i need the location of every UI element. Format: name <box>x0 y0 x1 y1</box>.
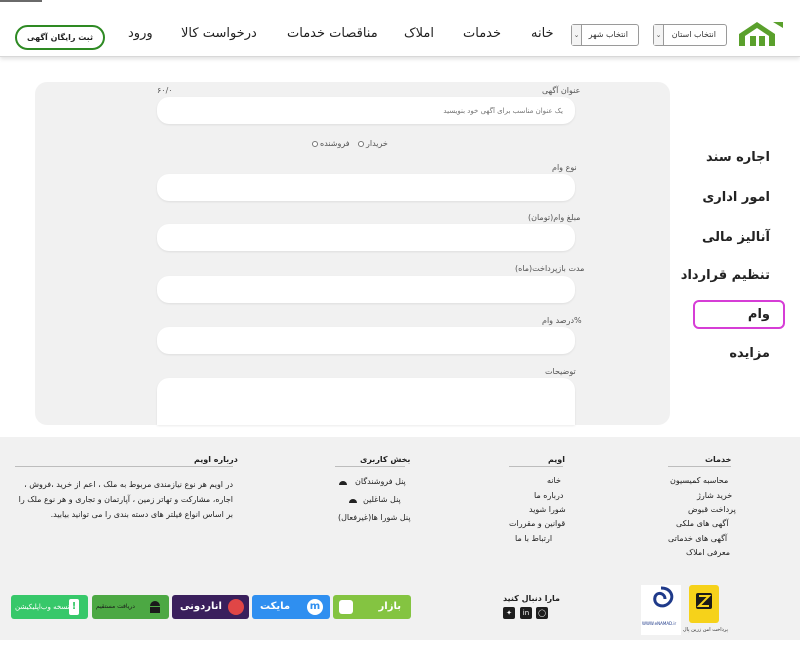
title-input[interactable] <box>157 97 575 124</box>
divider <box>509 466 563 467</box>
android-icon <box>349 499 357 503</box>
bottom-strip <box>0 640 800 650</box>
divider <box>668 466 731 467</box>
android-icon <box>339 481 347 485</box>
myket-label: مایکت <box>260 601 291 612</box>
loan-type-input[interactable] <box>157 174 575 201</box>
divider <box>15 466 233 467</box>
sidebar-item-financial-analysis[interactable]: آنالیز مالی <box>702 230 770 245</box>
radio-circle[interactable] <box>358 140 364 147</box>
enamad-logo[interactable]: WWW.eNAMAD.ir <box>641 585 681 635</box>
myket-m-icon: m <box>307 599 323 615</box>
footer-about-text: در اویم هر نوع نیازمندی مربوط به ملک ، ا… <box>18 480 233 519</box>
footer-link-contact[interactable]: ارتباط با ما <box>515 534 552 543</box>
bazaar-badge[interactable]: بازار <box>333 595 411 619</box>
footer-about-title: درباره اویم <box>194 455 238 464</box>
sidebar-item-loan[interactable]: وام <box>748 307 770 322</box>
twitter-icon[interactable]: ✦ <box>503 607 515 619</box>
footer-follow-title: مارا دنبال کنید <box>503 594 560 603</box>
province-select-label: انتخاب استان <box>671 30 716 39</box>
exclamation-icon: ! <box>69 599 79 615</box>
chevron-down-icon: ⌄ <box>572 25 582 45</box>
loan-type-field[interactable] <box>157 174 575 201</box>
sidebar-item-contract[interactable]: تنظیم قرارداد <box>681 268 770 283</box>
footer-link-charge[interactable]: خرید شارژ <box>697 491 732 500</box>
loan-type-label: نوع وام <box>552 163 577 172</box>
instagram-icon[interactable]: ◯ <box>536 607 548 619</box>
footer-link-service-ads[interactable]: آگهی های خدماتی <box>668 534 727 543</box>
zarinpal-icon <box>696 593 712 609</box>
period-input[interactable] <box>157 276 575 303</box>
zarinpal-caption: پرداخت امن زرین پال <box>683 627 728 633</box>
anardoni-badge[interactable]: اناردونی <box>172 595 249 619</box>
nav-tenders[interactable]: مناقصات خدمات <box>287 26 378 41</box>
anardoni-label: اناردونی <box>180 601 222 612</box>
footer-link-agencies[interactable]: معرفی املاک <box>686 548 730 557</box>
pomegranate-icon <box>228 599 244 615</box>
footer-services-title: خدمات <box>705 455 732 464</box>
radio-seller[interactable]: فروشنده <box>312 139 350 148</box>
footer-user-title: بخش کاربری <box>360 455 411 464</box>
sidebar-item-document-rent[interactable]: اجاره سند <box>706 150 770 165</box>
bazaar-bag-icon <box>339 600 353 614</box>
footer-owim-title: اویم <box>548 455 565 464</box>
footer-link-council-panel[interactable]: پنل شورا ها(غیرفعال) <box>338 513 411 522</box>
myket-badge[interactable]: m مایکت <box>252 595 330 619</box>
radio-circle[interactable] <box>312 140 318 147</box>
zarinpal-logo[interactable] <box>689 585 719 623</box>
enamad-caption: WWW.eNAMAD.ir <box>642 621 677 626</box>
period-label: مدت بازپرداخت(ماه) <box>515 264 585 273</box>
city-select-label: انتخاب شهر <box>588 30 628 39</box>
footer-link-worker-panel[interactable]: پنل شاغلین <box>363 495 401 504</box>
city-select[interactable]: انتخاب شهر ⌄ <box>571 24 639 46</box>
description-textarea[interactable] <box>157 378 575 425</box>
amount-input[interactable] <box>157 224 575 251</box>
nav-realestate[interactable]: املاک <box>404 26 434 41</box>
android-icon <box>150 601 160 613</box>
footer-link-bills[interactable]: پرداخت قبوض <box>688 505 736 514</box>
nav-services[interactable]: خدمات <box>463 26 501 41</box>
description-field[interactable] <box>157 378 575 425</box>
footer-link-about[interactable]: درباره ما <box>534 491 563 500</box>
percent-label: درصد وام% <box>542 316 582 325</box>
pwa-label: نسخه وب‌اپلیکیشن <box>15 603 70 611</box>
logo[interactable] <box>737 18 785 50</box>
period-field[interactable] <box>157 276 575 303</box>
divider <box>335 466 405 467</box>
description-label: توضیحات <box>545 367 576 376</box>
enamad-star-icon <box>653 586 674 608</box>
amount-label: مبلغ وام(تومان) <box>528 213 581 222</box>
linkedin-icon[interactable]: in <box>520 607 532 619</box>
nav-login[interactable]: ورود <box>128 26 153 41</box>
percent-field[interactable] <box>157 327 575 354</box>
footer-link-home[interactable]: خانه <box>547 476 561 485</box>
title-field[interactable] <box>157 97 575 124</box>
radio-buyer[interactable]: خریدار <box>358 139 388 148</box>
post-free-ad-button[interactable]: ثبت رایگان آگهی <box>15 25 105 50</box>
radio-seller-label: فروشنده <box>320 139 350 148</box>
direct-download-label: دریافت مستقیم <box>96 603 135 610</box>
radio-buyer-label: خریدار <box>366 139 388 148</box>
sidebar-active-highlight <box>693 300 785 329</box>
nav-product-request[interactable]: درخواست کالا <box>181 26 257 41</box>
direct-download-badge[interactable]: دریافت مستقیم <box>92 595 169 619</box>
footer-link-join-council[interactable]: شورا شوید <box>529 505 566 514</box>
sidebar-item-auction[interactable]: مزایده <box>729 346 770 361</box>
footer-link-property-ads[interactable]: آگهی های ملکی <box>676 519 728 528</box>
province-select[interactable]: انتخاب استان ⌄ <box>653 24 727 46</box>
footer-link-rules[interactable]: قوانین و مقررات <box>509 519 565 528</box>
sidebar-item-office-affairs[interactable]: امور اداری <box>702 190 770 205</box>
chevron-down-icon: ⌄ <box>654 25 664 45</box>
footer-link-commission[interactable]: محاسبه کمیسیون <box>670 476 728 485</box>
title-label: عنوان آگهی <box>542 86 581 95</box>
nav-home[interactable]: خانه <box>531 26 554 41</box>
title-counter: ۶۰/۰ <box>157 86 173 95</box>
top-decoration-line <box>0 0 42 2</box>
amount-field[interactable] <box>157 224 575 251</box>
percent-input[interactable] <box>157 327 575 354</box>
bazaar-label: بازار <box>378 601 401 612</box>
footer-link-seller-panel[interactable]: پنل فروشندگان <box>355 477 406 486</box>
pwa-badge[interactable]: ! نسخه وب‌اپلیکیشن <box>11 595 88 619</box>
